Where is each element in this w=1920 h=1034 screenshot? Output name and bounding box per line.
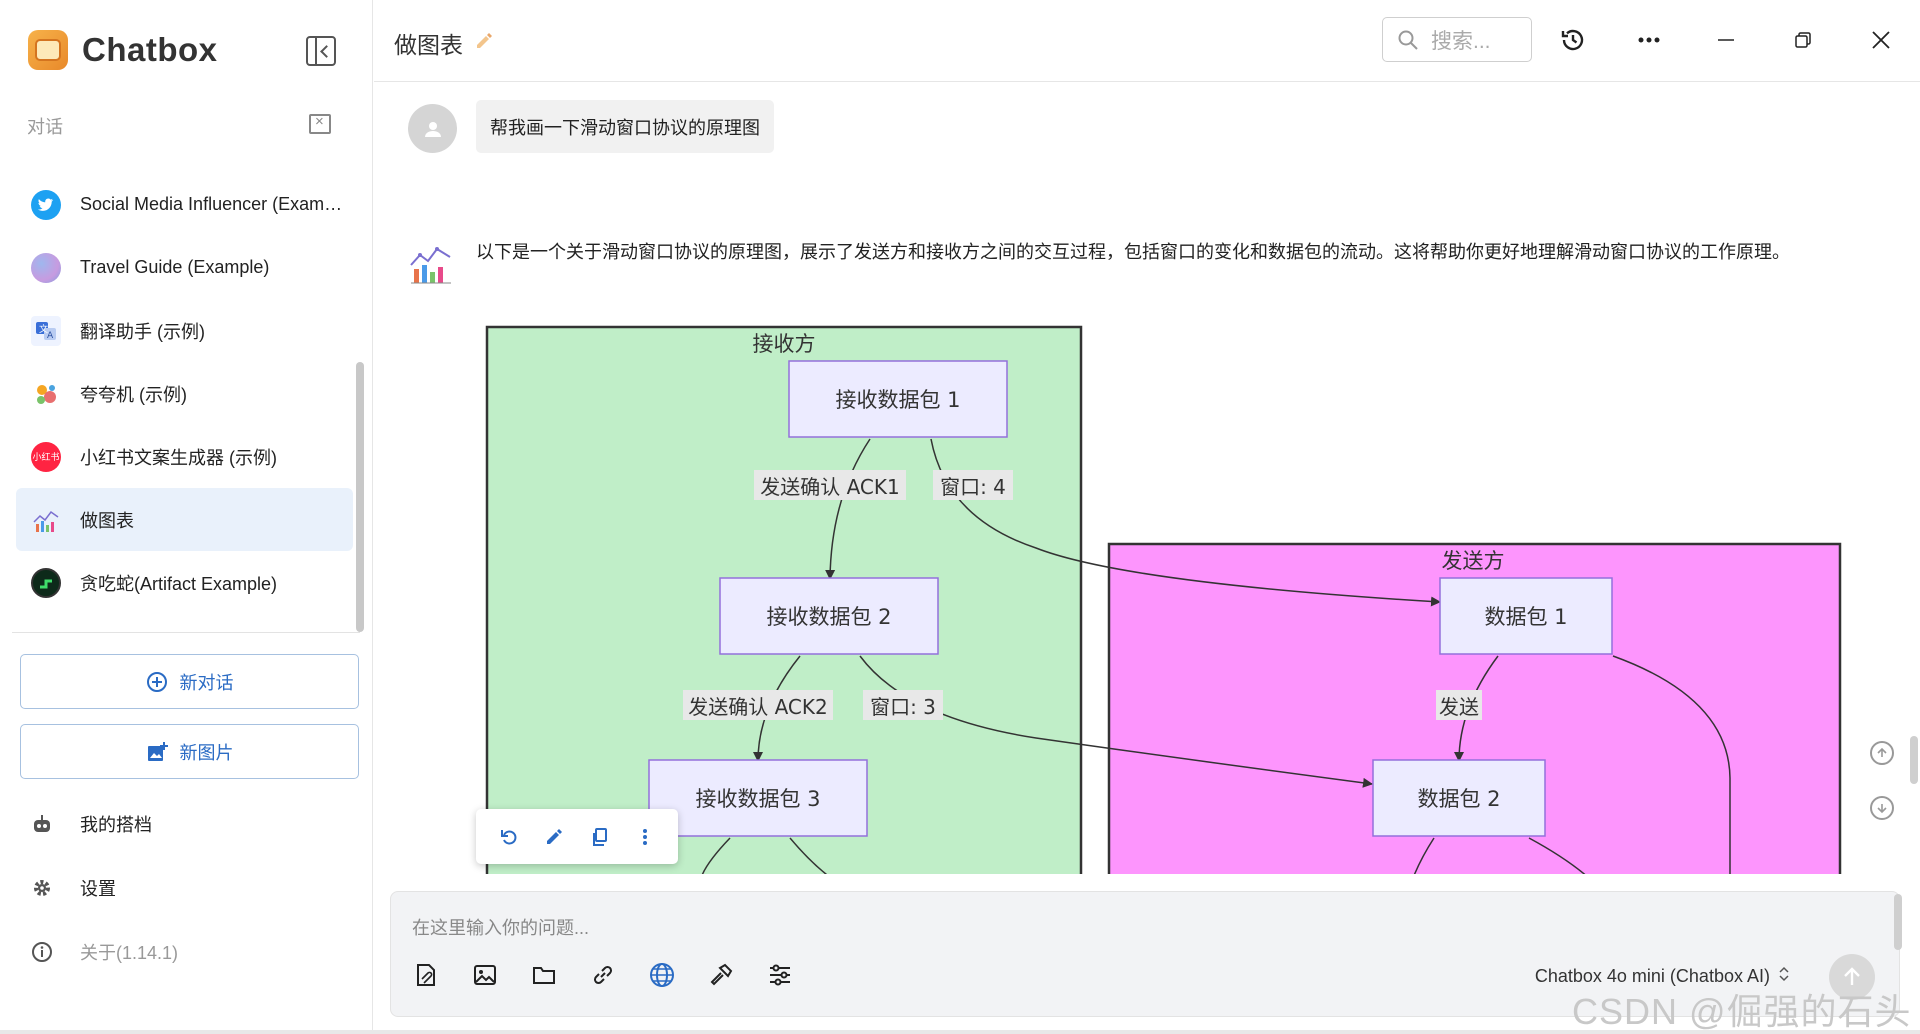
attach-file-icon[interactable] [411,960,441,990]
edit-title-icon[interactable] [474,30,494,55]
message-input[interactable]: 在这里输入你的问题... [412,914,589,940]
watermark: CSDN @倔强的石头_ [1572,991,1912,1032]
link-icon[interactable] [588,960,618,990]
translate-icon: 文A [31,315,61,346]
edge-label-window-3: 窗口: 3 [870,695,936,719]
history-icon[interactable] [1557,24,1589,56]
info-icon [30,940,54,964]
sparkle-icon [31,378,61,409]
section-label: 对话 [27,117,63,137]
conversation-item-chart[interactable]: 做图表 [16,488,353,551]
node-packet-2-label: 数据包 2 [1417,787,1500,811]
my-copilots-menu-item[interactable]: 我的搭档 [30,809,152,839]
bottom-border [0,1030,1920,1034]
receiver-subgraph-title: 接收方 [753,332,816,356]
assistant-message-text: 以下是一个关于滑动窗口协议的原理图，展示了发送方和接收方之间的交互过程，包括窗口… [476,242,1790,262]
new-image-button[interactable]: 新图片 [20,724,359,779]
scroll-to-bottom-icon[interactable] [1870,796,1894,820]
conversation-label: 小红书文案生成器 (示例) [80,447,277,468]
sidebar: Chatbox 对话 Social Media Influencer (Exam… [0,0,373,1034]
edge-label-window-4: 窗口: 4 [940,475,1006,499]
search-icon [1397,29,1419,51]
conversation-item-snake[interactable]: 贪吃蛇(Artifact Example) [16,551,353,614]
regenerate-icon[interactable] [495,823,523,851]
settings-label: 设置 [80,879,116,899]
conversation-item-praise[interactable]: 夸夸机 (示例) [16,362,353,425]
user-avatar [408,104,457,153]
my-copilots-label: 我的搭档 [80,815,152,835]
conversation-label: 翻译助手 (示例) [80,321,205,342]
copy-icon[interactable] [586,823,614,851]
svg-text:A: A [47,331,54,341]
node-packet-1-label: 数据包 1 [1484,605,1567,629]
conversation-label: Social Media Influencer (Example) [80,194,350,214]
node-recv-packet-1-label: 接收数据包 1 [835,388,960,412]
app-window: Chatbox 对话 Social Media Influencer (Exam… [0,0,1920,1034]
conversation-label: 贪吃蛇(Artifact Example) [80,573,278,594]
conversation-item-xiaohongshu[interactable]: 小红书 小红书文案生成器 (示例) [16,425,353,488]
collapse-sidebar-icon[interactable] [306,36,336,66]
plus-circle-icon [146,671,168,693]
attach-image-icon[interactable] [470,960,500,990]
app-logo-row: Chatbox [28,28,218,72]
input-scrollbar[interactable] [1894,894,1902,950]
user-message: 帮我画一下滑动窗口协议的原理图 [476,100,774,153]
sliding-window-diagram: 接收方 发送方 发送确认 ACK1 窗口: 4 发送确认 ACK2 窗口: 3 [476,318,1856,874]
new-chat-label: 新对话 [179,672,234,693]
gear-icon [30,876,54,900]
about-menu-item[interactable]: 关于(1.14.1) [30,937,178,967]
conversation-list: Social Media Influencer (Example) Travel… [16,173,353,614]
messages-scrollbar[interactable] [1910,736,1918,784]
chat-title: 做图表 [394,32,463,58]
conversation-label: 夸夸机 (示例) [80,384,187,405]
web-search-globe-icon[interactable] [647,960,677,990]
conversation-label: 做图表 [80,510,134,531]
new-image-label: 新图片 [179,742,234,763]
sender-subgraph-title: 发送方 [1442,549,1505,573]
edit-message-icon[interactable] [540,823,568,851]
more-options-icon[interactable] [1633,24,1665,56]
more-vertical-icon[interactable] [631,823,659,851]
edge-label-ack2: 发送确认 ACK2 [688,695,828,719]
conversation-item-social-media[interactable]: Social Media Influencer (Example) [16,173,353,236]
twitter-icon [31,189,61,220]
search-box[interactable]: 搜索... [1382,17,1532,62]
sidebar-scrollbar[interactable] [356,362,364,632]
settings-sliders-icon[interactable] [765,960,795,990]
message-action-toolbar [476,809,678,864]
restore-window-icon[interactable] [1787,24,1819,56]
add-image-icon [146,741,168,763]
conversation-label: Travel Guide (Example) [80,257,270,277]
globe-icon [31,252,61,283]
input-toolbar [411,960,824,990]
snake-game-icon [31,567,61,598]
settings-menu-item[interactable]: 设置 [30,873,116,903]
about-label: 关于(1.14.1) [80,943,179,963]
new-chat-button[interactable]: 新对话 [20,654,359,709]
robot-icon [30,812,54,836]
scroll-to-top-icon[interactable] [1870,741,1894,765]
hammer-tool-icon[interactable] [706,960,736,990]
chat-header: 做图表 搜索... [374,0,1920,82]
chart-icon [31,505,61,535]
sidebar-divider [12,632,360,633]
search-placeholder: 搜索... [1431,29,1491,53]
close-window-icon[interactable] [1865,24,1897,56]
assistant-chart-avatar-icon [407,239,455,287]
app-title: Chatbox [82,31,218,68]
minimize-icon[interactable] [1710,24,1742,56]
clear-conversations-icon[interactable] [309,113,331,134]
edge-label-ack1: 发送确认 ACK1 [760,475,900,499]
xiaohongshu-icon: 小红书 [31,441,61,472]
conversation-item-translate[interactable]: 文A 翻译助手 (示例) [16,299,353,362]
node-recv-packet-3-label: 接收数据包 3 [695,787,820,811]
edge-label-send: 发送 [1439,695,1479,719]
conversation-item-travel-guide[interactable]: Travel Guide (Example) [16,236,353,299]
node-recv-packet-2-label: 接收数据包 2 [766,605,891,629]
chatbox-logo-icon [28,30,68,70]
folder-icon[interactable] [529,960,559,990]
